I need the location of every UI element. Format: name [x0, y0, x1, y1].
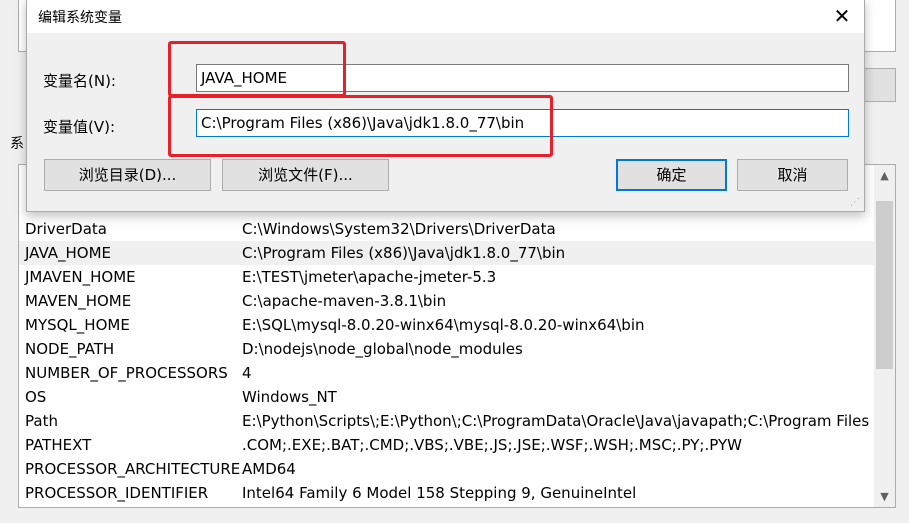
list-item[interactable]: DriverData C:\Windows\System32\Drivers\Dr…	[19, 217, 874, 241]
list-item[interactable]: OS Windows_NT	[19, 385, 874, 409]
list-item[interactable]: MAVEN_HOME C:\apache-maven-3.8.1\bin	[19, 289, 874, 313]
list-item[interactable]: PROCESSOR_ARCHITECTURE AMD64	[19, 457, 874, 481]
variable-name-label: 变量名(N):	[43, 72, 116, 90]
variable-value-cell: E:\Python\Scripts\;E:\Python\;C:\Program…	[242, 412, 872, 430]
list-item[interactable]: NUMBER_OF_PROCESSORS 4	[19, 361, 874, 385]
variable-name-cell: JAVA_HOME	[25, 244, 112, 262]
annotation-box-name	[168, 41, 346, 97]
vertical-scrollbar[interactable]: ▲ ▼	[874, 165, 895, 507]
list-item[interactable]: MYSQL_HOME E:\SQL\mysql-8.0.20-winx64\mys…	[19, 313, 874, 337]
variable-name-cell: MAVEN_HOME	[25, 292, 132, 310]
cancel-button[interactable]: 取消	[737, 159, 848, 191]
close-icon[interactable]: ✕	[829, 3, 855, 29]
variable-name-cell: PATHEXT	[25, 436, 92, 454]
variable-value-cell: D:\nodejs\node_global\node_modules	[242, 340, 523, 358]
variable-name-cell: OS	[25, 388, 47, 406]
resize-grip-icon[interactable]: ⋰	[850, 197, 862, 209]
variable-value-cell: Windows_NT	[242, 388, 337, 406]
variable-value-cell: Intel64 Family 6 Model 158 Stepping 9, G…	[242, 484, 637, 502]
variable-name-cell: DriverData	[25, 220, 107, 238]
system-variables-list[interactable]: DriverData C:\Windows\System32\Drivers\Dr…	[18, 164, 896, 508]
variable-value-cell: 4	[242, 364, 252, 382]
variable-value-cell: E:\TEST\jmeter\apache-jmeter-5.3	[242, 268, 497, 286]
browse-file-button[interactable]: 浏览文件(F)...	[222, 159, 389, 191]
variable-name-cell: MYSQL_HOME	[25, 316, 130, 334]
list-item[interactable]: NODE_PATH D:\nodejs\node_global\node_modu…	[19, 337, 874, 361]
variable-name-cell: PROCESSOR_IDENTIFIER	[25, 484, 209, 502]
list-item[interactable]: Path E:\Python\Scripts\;E:\Python\;C:\Pro…	[19, 409, 874, 433]
variable-name-cell: PROCESSOR_ARCHITECTURE	[25, 460, 241, 478]
annotation-box-value	[168, 95, 553, 157]
list-item[interactable]: PATHEXT .COM;.EXE;.BAT;.CMD;.VBS;.VBE;.JS…	[19, 433, 874, 457]
scroll-down-icon[interactable]: ▼	[874, 488, 895, 505]
variable-name-cell: NUMBER_OF_PROCESSORS	[25, 364, 228, 382]
system-variables-label: 系	[10, 136, 24, 152]
dialog-title: 编辑系统变量	[38, 10, 122, 26]
variable-value-cell: AMD64	[242, 460, 296, 478]
variable-value-cell: E:\SQL\mysql-8.0.20-winx64\mysql-8.0.20-…	[242, 316, 645, 334]
variable-name-cell: JMAVEN_HOME	[25, 268, 136, 286]
dialog-titlebar[interactable]: 编辑系统变量 ✕	[27, 0, 864, 33]
list-item[interactable]: JAVA_HOME C:\Program Files (x86)\Java\jdk…	[19, 241, 874, 265]
variable-value-cell: C:\apache-maven-3.8.1\bin	[242, 292, 447, 310]
variable-value-cell: C:\Program Files (x86)\Java\jdk1.8.0_77\…	[242, 244, 566, 262]
variable-value-label: 变量值(V):	[43, 118, 116, 136]
list-item[interactable]: JMAVEN_HOME E:\TEST\jmeter\apache-jmeter-…	[19, 265, 874, 289]
list-item[interactable]: PROCESSOR_IDENTIFIER Intel64 Family 6 Mod…	[19, 481, 874, 505]
variable-name-cell: Path	[25, 412, 58, 430]
background-side-button[interactable]	[862, 68, 896, 102]
variable-value-cell: .COM;.EXE;.BAT;.CMD;.VBS;.VBE;.JS;.JSE;.…	[242, 436, 742, 454]
scroll-up-icon[interactable]: ▲	[874, 167, 895, 184]
scrollbar-thumb[interactable]	[876, 201, 893, 369]
variable-name-cell: NODE_PATH	[25, 340, 115, 358]
variable-value-cell: C:\Windows\System32\Drivers\DriverData	[242, 220, 556, 238]
ok-button[interactable]: 确定	[616, 159, 727, 191]
browse-directory-button[interactable]: 浏览目录(D)...	[44, 159, 211, 191]
